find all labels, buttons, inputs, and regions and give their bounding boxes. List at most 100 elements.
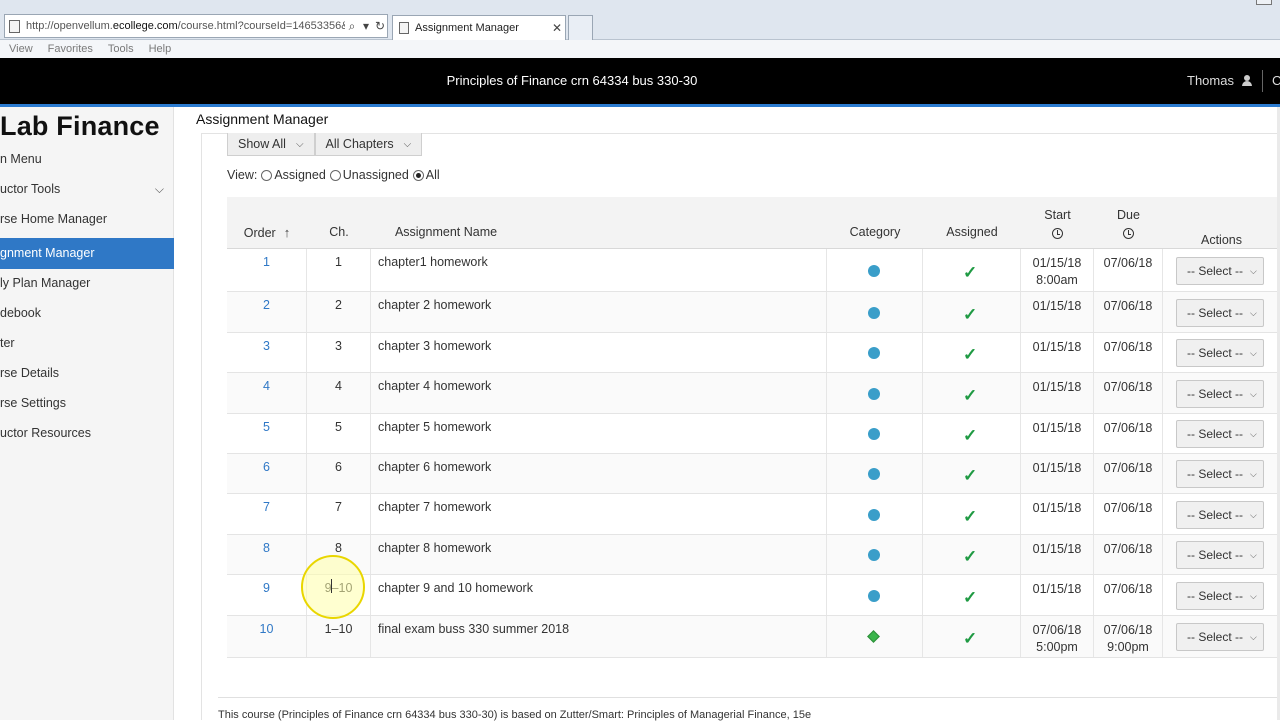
category-cell bbox=[827, 454, 923, 493]
homework-category-icon bbox=[868, 265, 880, 277]
order-link[interactable]: 9 bbox=[227, 575, 307, 615]
chapter-cell: 8 bbox=[307, 535, 371, 574]
actions-select[interactable]: -- Select -- ⌵ bbox=[1176, 380, 1264, 408]
actions-select[interactable]: -- Select -- ⌵ bbox=[1176, 460, 1264, 488]
order-link[interactable]: 3 bbox=[227, 333, 307, 372]
assignment-name[interactable]: chapter 8 homework bbox=[371, 535, 827, 574]
checkmark-icon: ✓ bbox=[963, 386, 978, 405]
actions-select-label: -- Select -- bbox=[1187, 346, 1244, 360]
sidebar-item-course-details[interactable]: rse Details bbox=[0, 358, 174, 388]
chevron-down-icon: ⌵ bbox=[1250, 428, 1257, 439]
actions-select[interactable]: -- Select -- ⌵ bbox=[1176, 623, 1264, 651]
radio-assigned[interactable] bbox=[261, 169, 273, 181]
checkmark-icon: ✓ bbox=[963, 588, 978, 607]
actions-select[interactable]: -- Select -- ⌵ bbox=[1176, 299, 1264, 327]
column-assigned[interactable]: Assigned bbox=[923, 225, 1021, 239]
sidebar-item-course-home-manager[interactable]: rse Home Manager bbox=[0, 204, 174, 234]
close-icon[interactable]: ✕ bbox=[549, 21, 565, 35]
order-link[interactable]: 4 bbox=[227, 373, 307, 413]
column-order[interactable]: Order ↑ bbox=[227, 225, 307, 240]
actions-select[interactable]: -- Select -- ⌵ bbox=[1176, 257, 1264, 285]
assignment-name[interactable]: chapter1 homework bbox=[371, 249, 827, 291]
column-due-label: Due bbox=[1117, 208, 1140, 222]
assignment-name[interactable]: chapter 9 and 10 homework bbox=[371, 575, 827, 615]
chevron-down-icon: ⌵ bbox=[1250, 265, 1257, 276]
order-link[interactable]: 2 bbox=[227, 292, 307, 332]
order-link[interactable]: 5 bbox=[227, 414, 307, 453]
refresh-icon[interactable]: ↻ bbox=[373, 19, 387, 33]
url-text[interactable]: http://openvellum.ecollege.com/course.ht… bbox=[26, 20, 345, 32]
menu-favorites[interactable]: Favorites bbox=[48, 43, 93, 55]
due-date-cell: 07/06/18 bbox=[1094, 454, 1163, 493]
user-icon bbox=[1241, 75, 1252, 86]
start-date: 01/15/18 bbox=[1032, 582, 1082, 596]
browser-chrome: http://openvellum.ecollege.com/course.ht… bbox=[0, 0, 1280, 40]
menu-tools[interactable]: Tools bbox=[108, 43, 134, 55]
order-link[interactable]: 8 bbox=[227, 535, 307, 574]
radio-all[interactable] bbox=[412, 169, 424, 181]
radio-unassigned-label[interactable]: Unassigned bbox=[343, 168, 409, 182]
due-date: 07/06/18 bbox=[1103, 421, 1153, 435]
sidebar-item-assignment-manager[interactable]: gnment Manager bbox=[0, 238, 174, 269]
sidebar-item-label: gnment Manager bbox=[0, 246, 95, 260]
actions-select[interactable]: -- Select -- ⌵ bbox=[1176, 420, 1264, 448]
sidebar-item-course-settings[interactable]: rse Settings bbox=[0, 388, 174, 418]
menu-view[interactable]: View bbox=[9, 43, 33, 55]
category-cell bbox=[827, 575, 923, 615]
column-start[interactable]: Start bbox=[1021, 208, 1094, 242]
sidebar-item-roster[interactable]: ter bbox=[0, 328, 174, 358]
assignment-name[interactable]: chapter 6 homework bbox=[371, 454, 827, 493]
new-tab-button[interactable] bbox=[568, 15, 593, 40]
sidebar-item-study-plan-manager[interactable]: ly Plan Manager bbox=[0, 268, 174, 298]
menu-help[interactable]: Help bbox=[149, 43, 172, 55]
user-menu[interactable]: Thomas bbox=[1187, 73, 1252, 88]
search-icon[interactable]: ⌕ bbox=[345, 19, 359, 34]
browser-tab[interactable]: Assignment Manager ✕ bbox=[392, 15, 566, 40]
assignment-name[interactable]: chapter 4 homework bbox=[371, 373, 827, 413]
checkmark-icon: ✓ bbox=[963, 305, 978, 324]
sidebar-item-label: rse Settings bbox=[0, 396, 67, 410]
assignment-name[interactable]: chapter 5 homework bbox=[371, 414, 827, 453]
window-control[interactable] bbox=[1256, 0, 1272, 5]
column-category[interactable]: Category bbox=[827, 225, 923, 239]
actions-cell: -- Select -- ⌵ bbox=[1163, 249, 1280, 291]
start-time: 5:00pm bbox=[1036, 640, 1078, 654]
radio-assigned-label[interactable]: Assigned bbox=[274, 168, 325, 182]
due-date: 07/06/18 bbox=[1103, 501, 1153, 515]
assignment-name[interactable]: chapter 3 homework bbox=[371, 333, 827, 372]
assignment-name[interactable]: final exam buss 330 summer 2018 bbox=[371, 616, 827, 657]
radio-all-label[interactable]: All bbox=[426, 168, 440, 182]
actions-select[interactable]: -- Select -- ⌵ bbox=[1176, 582, 1264, 610]
header-cut-item[interactable]: C bbox=[1272, 73, 1280, 88]
chapters-filter-dropdown[interactable]: All Chapters ⌵ bbox=[314, 133, 423, 156]
column-due[interactable]: Due bbox=[1094, 208, 1163, 242]
chevron-down-icon: ⌵ bbox=[154, 182, 164, 196]
filter-bar: Show All ⌵ All Chapters ⌵ bbox=[227, 133, 423, 156]
column-ch[interactable]: Ch. bbox=[307, 225, 371, 239]
actions-select[interactable]: -- Select -- ⌵ bbox=[1176, 501, 1264, 529]
column-assignment-name[interactable]: Assignment Name bbox=[371, 225, 521, 239]
order-link[interactable]: 7 bbox=[227, 494, 307, 534]
actions-select[interactable]: -- Select -- ⌵ bbox=[1176, 541, 1264, 569]
address-bar[interactable]: http://openvellum.ecollege.com/course.ht… bbox=[4, 14, 388, 38]
sidebar-item-main-menu[interactable]: n Menu bbox=[0, 144, 174, 174]
chapters-filter-label: All Chapters bbox=[325, 137, 394, 151]
browser-menubar: View Favorites Tools Help bbox=[0, 40, 1280, 58]
assignment-name[interactable]: chapter 2 homework bbox=[371, 292, 827, 332]
order-link[interactable]: 6 bbox=[227, 454, 307, 493]
radio-unassigned[interactable] bbox=[329, 169, 341, 181]
sidebar-item-gradebook[interactable]: debook bbox=[0, 298, 174, 328]
assignment-name[interactable]: chapter 7 homework bbox=[371, 494, 827, 534]
show-filter-dropdown[interactable]: Show All ⌵ bbox=[227, 133, 315, 156]
start-date: 01/15/18 bbox=[1032, 299, 1082, 313]
sidebar-item-instructor-resources[interactable]: uctor Resources bbox=[0, 418, 174, 448]
actions-select[interactable]: -- Select -- ⌵ bbox=[1176, 339, 1264, 367]
start-date: 07/06/18 bbox=[1032, 623, 1082, 637]
dropdown-arrow-icon[interactable]: ▾ bbox=[359, 19, 373, 33]
actions-cell: -- Select -- ⌵ bbox=[1163, 333, 1280, 372]
category-cell bbox=[827, 616, 923, 657]
start-date-cell: 01/15/18 8:00am bbox=[1021, 249, 1094, 291]
sidebar-item-instructor-tools[interactable]: uctor Tools ⌵ bbox=[0, 174, 174, 204]
order-link[interactable]: 1 bbox=[227, 249, 307, 291]
order-link[interactable]: 10 bbox=[227, 616, 307, 657]
